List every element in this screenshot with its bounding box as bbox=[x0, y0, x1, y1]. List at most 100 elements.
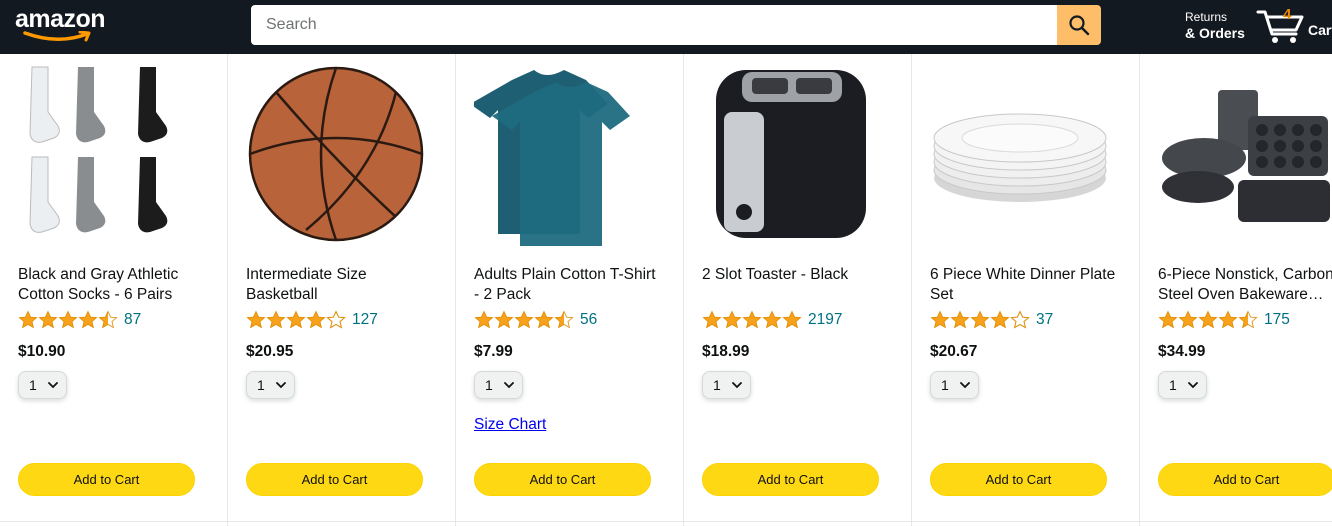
add-to-cart-button[interactable]: Add to Cart bbox=[474, 463, 651, 496]
orders-label: & Orders bbox=[1185, 25, 1245, 41]
cart-icon bbox=[1256, 10, 1304, 43]
product-card: Intermediate Size Basketball 127 $20.95 1 Ad… bbox=[228, 54, 456, 526]
product-price: $20.95 bbox=[246, 343, 294, 360]
size-chart-link[interactable]: Size Chart bbox=[474, 416, 546, 434]
review-count-link[interactable]: 37 bbox=[1036, 311, 1053, 329]
product-title[interactable]: 6 Piece White Dinner Plate Set bbox=[930, 265, 1120, 304]
rating-stars bbox=[702, 310, 802, 330]
add-to-cart-button[interactable]: Add to Cart bbox=[1158, 463, 1332, 496]
rating-stars bbox=[1158, 310, 1258, 330]
chevron-down-icon bbox=[504, 382, 514, 389]
star-half-icon bbox=[554, 310, 574, 329]
product-rating: 87 bbox=[18, 310, 141, 330]
star-full-icon bbox=[494, 310, 514, 329]
star-full-icon bbox=[702, 310, 722, 329]
add-to-cart-button[interactable]: Add to Cart bbox=[18, 463, 195, 496]
star-full-icon bbox=[1178, 310, 1198, 329]
star-full-icon bbox=[1198, 310, 1218, 329]
returns-orders-link[interactable]: Returns & Orders bbox=[1185, 9, 1245, 41]
star-half-icon bbox=[1238, 310, 1258, 329]
divider bbox=[228, 521, 455, 522]
product-price: $20.67 bbox=[930, 343, 978, 360]
quantity-select[interactable]: 1 bbox=[246, 371, 295, 399]
cart-count: 4 bbox=[1283, 6, 1292, 23]
quantity-select[interactable]: 1 bbox=[18, 371, 67, 399]
product-rating: 175 bbox=[1158, 310, 1290, 330]
product-price: $7.99 bbox=[474, 343, 513, 360]
tshirt-image[interactable] bbox=[470, 62, 654, 247]
divider bbox=[912, 521, 1139, 522]
socks-image[interactable] bbox=[18, 62, 198, 247]
product-card: Black and Gray Athletic Cotton Socks - 6… bbox=[0, 54, 228, 526]
product-card: Adults Plain Cotton T-Shirt - 2 Pack 56 $7… bbox=[456, 54, 684, 526]
star-empty-icon bbox=[326, 310, 346, 329]
quantity-value: 1 bbox=[485, 377, 493, 393]
quantity-value: 1 bbox=[257, 377, 265, 393]
product-rating: 37 bbox=[930, 310, 1053, 330]
logo-text: amazon bbox=[15, 5, 106, 33]
star-full-icon bbox=[286, 310, 306, 329]
star-half-icon bbox=[98, 310, 118, 329]
star-full-icon bbox=[722, 310, 742, 329]
product-card: 6-Piece Nonstick, Carbon Steel Oven Bake… bbox=[1140, 54, 1332, 526]
add-to-cart-button[interactable]: Add to Cart bbox=[246, 463, 423, 496]
star-full-icon bbox=[18, 310, 38, 329]
amazon-logo[interactable]: amazon bbox=[15, 3, 125, 43]
product-title[interactable]: Black and Gray Athletic Cotton Socks - 6… bbox=[18, 265, 208, 304]
add-to-cart-button[interactable]: Add to Cart bbox=[702, 463, 879, 496]
product-rating: 127 bbox=[246, 310, 378, 330]
quantity-select[interactable]: 1 bbox=[474, 371, 523, 399]
product-title[interactable]: Intermediate Size Basketball bbox=[246, 265, 436, 304]
star-full-icon bbox=[990, 310, 1010, 329]
cart-button[interactable]: 4 Cart bbox=[1256, 5, 1332, 47]
star-full-icon bbox=[306, 310, 326, 329]
star-full-icon bbox=[970, 310, 990, 329]
search-input[interactable] bbox=[251, 5, 1057, 45]
review-count-link[interactable]: 87 bbox=[124, 311, 141, 329]
star-full-icon bbox=[950, 310, 970, 329]
product-title[interactable]: Adults Plain Cotton T-Shirt - 2 Pack bbox=[474, 265, 664, 304]
star-full-icon bbox=[38, 310, 58, 329]
product-card: 6 Piece White Dinner Plate Set 37 $20.67 1 A… bbox=[912, 54, 1140, 526]
quantity-select[interactable]: 1 bbox=[702, 371, 751, 399]
plates-image[interactable] bbox=[930, 62, 1110, 247]
returns-label: Returns bbox=[1185, 10, 1228, 24]
star-full-icon bbox=[514, 310, 534, 329]
divider bbox=[684, 521, 911, 522]
star-full-icon bbox=[1218, 310, 1238, 329]
product-title[interactable]: 6-Piece Nonstick, Carbon Steel Oven Bake… bbox=[1158, 265, 1332, 304]
rating-stars bbox=[474, 310, 574, 330]
quantity-select[interactable]: 1 bbox=[1158, 371, 1207, 399]
search-button[interactable] bbox=[1057, 5, 1101, 45]
chevron-down-icon bbox=[1188, 382, 1198, 389]
cart-label: Cart bbox=[1308, 22, 1332, 38]
product-card: 2 Slot Toaster - Black 2197 $18.99 1 Add to … bbox=[684, 54, 912, 526]
review-count-link[interactable]: 56 bbox=[580, 311, 597, 329]
review-count-link[interactable]: 127 bbox=[352, 311, 378, 329]
star-full-icon bbox=[930, 310, 950, 329]
chevron-down-icon bbox=[732, 382, 742, 389]
product-title[interactable]: 2 Slot Toaster - Black bbox=[702, 265, 892, 285]
quantity-value: 1 bbox=[29, 377, 37, 393]
review-count-link[interactable]: 175 bbox=[1264, 311, 1290, 329]
top-nav-bar: amazon Returns & Orders 4 Cart bbox=[0, 0, 1332, 54]
basketball-image[interactable] bbox=[246, 62, 426, 247]
review-count-link[interactable]: 2197 bbox=[808, 311, 842, 329]
quantity-value: 1 bbox=[941, 377, 949, 393]
product-rating: 2197 bbox=[702, 310, 842, 330]
divider bbox=[456, 521, 683, 522]
star-full-icon bbox=[58, 310, 78, 329]
divider bbox=[1140, 521, 1332, 522]
logo-smile-icon bbox=[23, 31, 91, 42]
star-full-icon bbox=[78, 310, 98, 329]
star-full-icon bbox=[762, 310, 782, 329]
product-rating: 56 bbox=[474, 310, 597, 330]
chevron-down-icon bbox=[276, 382, 286, 389]
add-to-cart-button[interactable]: Add to Cart bbox=[930, 463, 1107, 496]
search-icon bbox=[1069, 15, 1090, 36]
bakeware-image[interactable] bbox=[1158, 62, 1332, 247]
toaster-image[interactable] bbox=[702, 62, 882, 247]
divider bbox=[0, 521, 227, 522]
product-grid: Black and Gray Athletic Cotton Socks - 6… bbox=[0, 54, 1332, 526]
quantity-select[interactable]: 1 bbox=[930, 371, 979, 399]
